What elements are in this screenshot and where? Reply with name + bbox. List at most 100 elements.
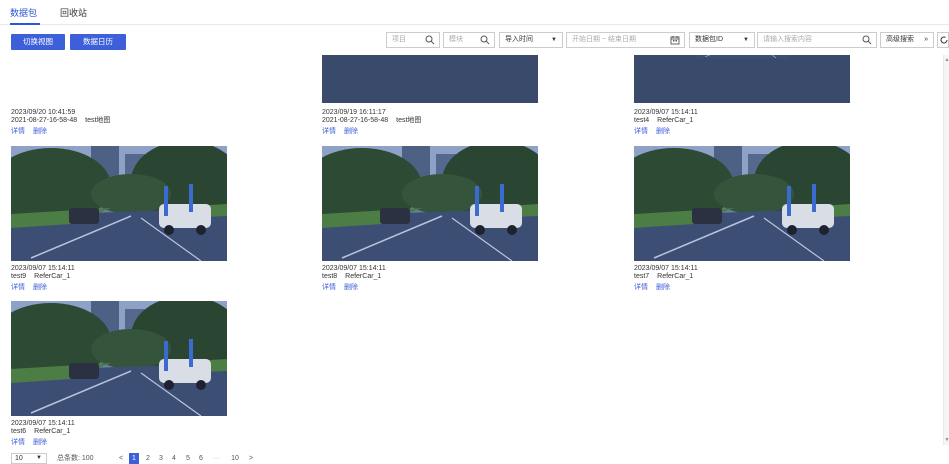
refresh-icon	[940, 36, 948, 44]
card-tag: test地图	[396, 117, 422, 124]
card-time: 2023/09/20 10:41:59	[11, 109, 76, 116]
card-name: test9	[11, 273, 27, 280]
card-name: test8	[322, 273, 338, 280]
search-icon	[862, 35, 872, 45]
page-size-value: 10	[15, 455, 23, 462]
detail-link[interactable]: 详情	[322, 128, 336, 135]
vertical-scrollbar[interactable]: ▲ ▼	[943, 55, 949, 445]
module-select[interactable]: 模块	[443, 32, 495, 48]
scroll-up-arrow[interactable]: ▲	[944, 57, 949, 63]
scroll-down-arrow[interactable]: ▼	[944, 437, 949, 443]
card-thumbnail[interactable]	[634, 146, 850, 261]
date-range-placeholder: 开始日期 ~ 结束日期	[572, 36, 636, 43]
detail-link[interactable]: 详情	[634, 284, 648, 291]
card-info: test6 ReferCar_1	[11, 428, 70, 436]
tab-recycle-bin[interactable]: 回收站	[60, 6, 87, 19]
advanced-search-label: 高级搜索	[886, 36, 914, 43]
calendar-icon	[670, 36, 680, 45]
switch-view-button[interactable]: 切换视图	[11, 34, 65, 50]
card-thumbnail[interactable]	[11, 301, 227, 416]
card-actions: 详情 删除	[11, 126, 55, 136]
prev-page-button[interactable]: <	[116, 453, 126, 464]
page-3[interactable]: 3	[156, 453, 166, 464]
page-2[interactable]: 2	[143, 453, 153, 464]
card-name: 2021-08-27-16-58-48	[322, 117, 389, 124]
card-name: test6	[11, 428, 27, 435]
page-4[interactable]: 4	[169, 453, 179, 464]
card-info: 2021-08-27-16-58-48 test地图	[11, 117, 110, 125]
card-actions: 详情 删除	[11, 282, 55, 292]
page-1[interactable]: 1	[129, 453, 139, 464]
detail-link[interactable]: 详情	[11, 284, 25, 291]
package-id-label: 数据包ID	[695, 36, 723, 43]
card-time: 2023/09/07 15:14:11	[634, 265, 698, 272]
card-time: 2023/09/07 15:14:11	[322, 265, 386, 272]
card-time: 2023/09/07 15:14:11	[11, 420, 75, 427]
total-count: 总条数: 100	[57, 455, 94, 462]
card-thumbnail[interactable]	[322, 55, 538, 103]
import-time-select[interactable]: 导入时间 ▼	[499, 32, 563, 48]
card-info: test9 ReferCar_1	[11, 273, 70, 281]
date-range-picker[interactable]: 开始日期 ~ 结束日期	[566, 32, 685, 48]
card-actions: 详情 删除	[322, 126, 366, 136]
search-icon	[425, 35, 435, 45]
card-tag: ReferCar_1	[345, 273, 382, 280]
refresh-button[interactable]	[937, 32, 949, 48]
tab-data-package[interactable]: 数据包	[10, 6, 37, 19]
top-tabs: 数据包 回收站	[0, 0, 949, 25]
card-info: test4 ReferCar_1	[634, 117, 693, 125]
project-placeholder: 项目	[392, 36, 406, 43]
next-page-button[interactable]: >	[246, 453, 256, 464]
advanced-search-button[interactable]: 高级搜索 »	[880, 32, 934, 48]
card-info: test7 ReferCar_1	[634, 273, 693, 281]
caret-down-icon: ▼	[743, 37, 749, 43]
delete-link[interactable]: 删除	[344, 284, 358, 291]
caret-down-icon: ▼	[36, 455, 42, 461]
detail-link[interactable]: 详情	[11, 439, 25, 446]
card-name: test7	[634, 273, 650, 280]
delete-link[interactable]: 删除	[33, 439, 47, 446]
page-6[interactable]: 6	[196, 453, 206, 464]
card-time: 2023/09/19 16:11:17	[322, 109, 386, 116]
card-info: 2021-08-27-16-58-48 test地图	[322, 117, 421, 125]
package-id-select[interactable]: 数据包ID ▼	[689, 32, 755, 48]
delete-link[interactable]: 删除	[33, 128, 47, 135]
module-placeholder: 模块	[449, 36, 463, 43]
search-input[interactable]: 请输入搜索内容	[757, 32, 877, 48]
detail-link[interactable]: 详情	[634, 128, 648, 135]
card-tag: test地图	[85, 117, 111, 124]
delete-link[interactable]: 删除	[656, 128, 670, 135]
card-tag: ReferCar_1	[34, 428, 71, 435]
card-thumbnail[interactable]	[11, 146, 227, 261]
page-5[interactable]: 5	[183, 453, 193, 464]
card-actions: 详情 删除	[11, 437, 55, 447]
search-placeholder: 请输入搜索内容	[763, 36, 812, 43]
page-ellipsis[interactable]: ···	[209, 453, 225, 464]
card-tag: ReferCar_1	[34, 273, 71, 280]
data-calendar-button[interactable]: 数据日历	[70, 34, 126, 50]
card-tag: ReferCar_1	[657, 273, 694, 280]
search-icon	[480, 35, 490, 45]
card-thumbnail[interactable]	[322, 146, 538, 261]
card-name: test4	[634, 117, 650, 124]
card-time: 2023/09/07 15:14:11	[11, 265, 75, 272]
card-actions: 详情 删除	[634, 282, 678, 292]
page-10[interactable]: 10	[228, 453, 242, 464]
detail-link[interactable]: 详情	[322, 284, 336, 291]
card-actions: 详情 删除	[322, 282, 366, 292]
delete-link[interactable]: 删除	[344, 128, 358, 135]
card-name: 2021-08-27-16-58-48	[11, 117, 78, 124]
card-tag: ReferCar_1	[657, 117, 694, 124]
project-select[interactable]: 项目	[386, 32, 440, 48]
delete-link[interactable]: 删除	[33, 284, 47, 291]
import-time-label: 导入时间	[505, 36, 533, 43]
detail-link[interactable]: 详情	[11, 128, 25, 135]
active-tab-indicator	[10, 23, 40, 25]
card-info: test8 ReferCar_1	[322, 273, 381, 281]
delete-link[interactable]: 删除	[656, 284, 670, 291]
card-thumbnail[interactable]	[634, 55, 850, 103]
page-size-select[interactable]: 10 ▼	[11, 453, 47, 464]
card-time: 2023/09/07 15:14:11	[634, 109, 698, 116]
double-chevron-down-icon: »	[924, 36, 928, 43]
card-actions: 详情 删除	[634, 126, 678, 136]
